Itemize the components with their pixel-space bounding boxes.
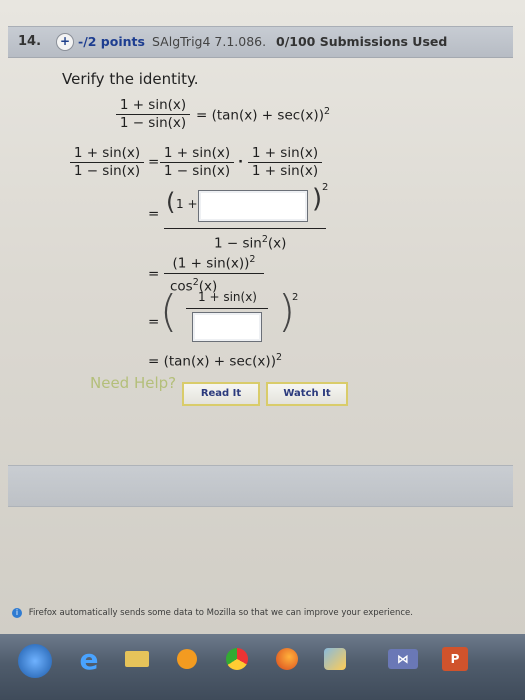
final-line: = (tan(x) + sec(x))2	[148, 352, 282, 370]
step2-denominator: 1 − sin2(x)	[214, 234, 286, 252]
identity-rhs: = (tan(x) + sec(x))2	[196, 106, 330, 124]
question-body: Verify the identity. 1 + sin(x) 1 − sin(…	[8, 56, 513, 416]
step3-fraction: (1 + sin(x))2 cos2(x)	[164, 252, 264, 294]
step3-numerator-exponent: 2	[249, 254, 256, 265]
step1-lhs-fraction: 1 + sin(x) 1 − sin(x)	[70, 146, 144, 179]
info-icon: i	[12, 608, 22, 618]
equals-sign: =	[148, 266, 160, 282]
identity-fraction: 1 + sin(x) 1 − sin(x)	[116, 98, 190, 131]
windows-media-icon[interactable]	[168, 644, 206, 674]
multiply-dot: ·	[238, 154, 244, 170]
step3-numerator: (1 + sin(x))2	[164, 252, 264, 274]
step2-exponent: 2	[322, 182, 329, 193]
step1-factor-a: 1 + sin(x) 1 − sin(x)	[160, 146, 234, 179]
prompt-text: Verify the identity.	[62, 70, 199, 88]
screen: 14. + -/2 points SAlgTrig4 7.1.086. 0/10…	[0, 0, 525, 700]
identity-numerator: 1 + sin(x)	[116, 98, 190, 115]
powerpoint-icon[interactable]: P	[436, 644, 474, 674]
step1-lhs-numerator: 1 + sin(x)	[70, 146, 144, 163]
final-line-text: = (tan(x) + sec(x))	[148, 353, 276, 370]
watch-it-button[interactable]: Watch It	[266, 382, 348, 406]
next-question-panel	[8, 465, 513, 507]
paint-icon[interactable]	[316, 644, 354, 674]
answer-input-1[interactable]	[198, 190, 308, 222]
taskbar: e ⋈ P	[0, 634, 525, 700]
step2-close-paren: )	[312, 184, 323, 214]
need-help-label: Need Help?	[90, 374, 177, 392]
step4-numerator: 1 + sin(x)	[198, 290, 257, 304]
answer-input-2[interactable]	[192, 312, 262, 342]
step4-exponent: 2	[292, 292, 299, 303]
chrome-icon[interactable]	[218, 644, 256, 674]
step2-one-plus: 1 +	[176, 197, 198, 211]
step2-open-paren: (	[166, 188, 176, 216]
step4-open-paren: (	[160, 286, 178, 337]
equals-sign: =	[148, 206, 160, 222]
step3-numerator-text: (1 + sin(x))	[172, 255, 250, 272]
step1-factor-a-numerator: 1 + sin(x)	[160, 146, 234, 163]
equals-sign: =	[148, 314, 160, 330]
equals-sign: =	[148, 154, 160, 170]
firefox-notification-bar: i Firefox automatically sends some data …	[12, 608, 413, 619]
step2-denominator-text: 1 − sin	[214, 235, 262, 252]
final-line-exponent: 2	[275, 352, 283, 363]
file-explorer-icon[interactable]	[118, 644, 156, 674]
question-number: 14.	[18, 34, 42, 49]
step2-fraction-bar	[164, 228, 326, 230]
step1-factor-b-numerator: 1 + sin(x)	[248, 146, 322, 163]
internet-explorer-icon[interactable]: e	[70, 643, 108, 676]
messenger-icon[interactable]: ⋈	[384, 644, 422, 674]
read-it-button[interactable]: Read It	[182, 382, 260, 406]
step1-lhs-denominator: 1 − sin(x)	[73, 163, 141, 179]
step1-factor-b-denominator: 1 + sin(x)	[251, 163, 319, 179]
identity-denominator: 1 − sin(x)	[119, 115, 187, 131]
expand-plus-button[interactable]: +	[56, 33, 74, 51]
step1-factor-a-denominator: 1 − sin(x)	[163, 163, 231, 179]
question-code: SAlgTrig4 7.1.086.	[152, 34, 267, 49]
step4-fraction-bar	[186, 308, 268, 310]
identity-rhs-exponent: 2	[323, 106, 331, 117]
windows-start-icon[interactable]	[18, 644, 52, 678]
points-label: -/2 points	[78, 34, 145, 49]
firefox-icon[interactable]	[268, 644, 306, 674]
notification-text: Firefox automatically sends some data to…	[28, 608, 413, 618]
submissions-used: 0/100 Submissions Used	[276, 34, 448, 49]
identity-rhs-text: = (tan(x) + sec(x))	[196, 107, 324, 124]
step1-factor-b: 1 + sin(x) 1 + sin(x)	[248, 146, 322, 179]
question-header: 14. + -/2 points SAlgTrig4 7.1.086. 0/10…	[8, 26, 513, 58]
step2-denominator-tail: (x)	[267, 235, 287, 252]
